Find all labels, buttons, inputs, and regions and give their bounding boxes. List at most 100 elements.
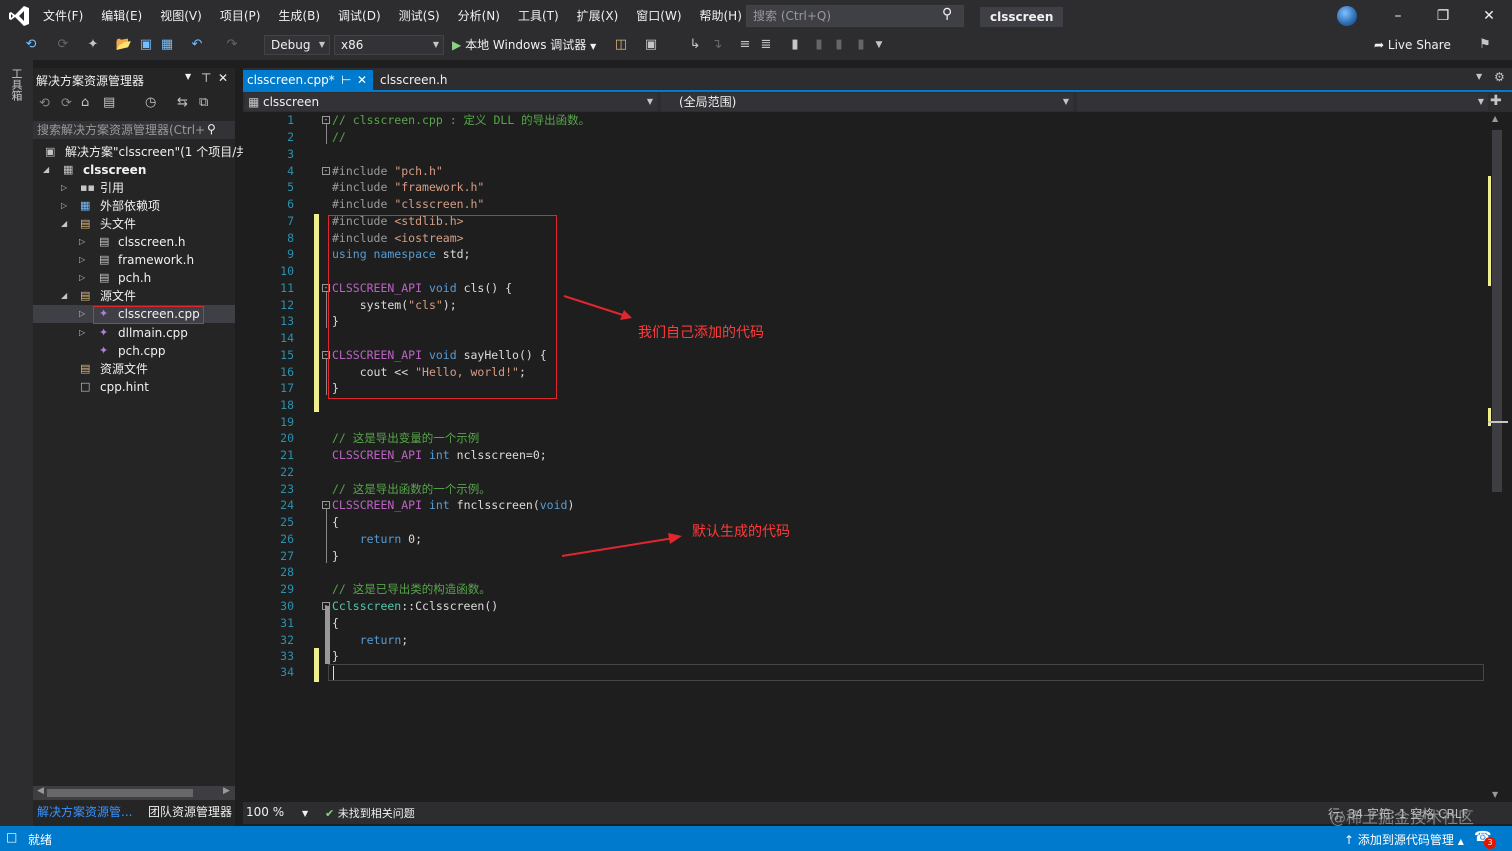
- redo-icon[interactable]: ↷: [223, 36, 241, 54]
- zoom-select[interactable]: 100 % ▼: [246, 805, 308, 819]
- expanded-arrow-icon[interactable]: ◢: [43, 161, 49, 179]
- fold-icon[interactable]: -: [322, 167, 330, 175]
- expanded-arrow-icon[interactable]: ◢: [61, 215, 67, 233]
- avatar[interactable]: [1337, 6, 1357, 26]
- search-input[interactable]: 搜索 (Ctrl+Q): [746, 5, 964, 27]
- clear-bookmarks-icon[interactable]: ▮: [852, 36, 870, 54]
- tree-item-solution[interactable]: ▣ 解决方案"clsscreen"(1 个项目/共: [33, 143, 248, 161]
- bookmark-icon[interactable]: ▮: [786, 36, 804, 54]
- outdent-icon[interactable]: ≡: [736, 36, 754, 54]
- screenshot-icon[interactable]: ▣: [642, 36, 660, 54]
- scope-nav-select[interactable]: (全局范围) ▼: [661, 93, 1073, 111]
- prev-bookmark-icon[interactable]: ▮: [810, 36, 828, 54]
- collapsed-arrow-icon[interactable]: ▷: [79, 269, 85, 287]
- tree-item-pch-h[interactable]: ▷ ▤ pch.h: [33, 269, 235, 287]
- live-share-button[interactable]: ➦ Live Share: [1374, 36, 1451, 54]
- output-icon[interactable]: □: [6, 830, 17, 844]
- tree-item-cpp-hint[interactable]: □ cpp.hint: [33, 378, 235, 396]
- collapsed-arrow-icon[interactable]: ▷: [61, 197, 67, 215]
- browser-icon[interactable]: ◫: [612, 36, 630, 54]
- vs-logo-icon[interactable]: [8, 5, 30, 27]
- solution-search-input[interactable]: 搜索解决方案资源管理器(Ctrl+: [33, 121, 235, 139]
- tree-item-project[interactable]: ◢ ▦ clsscreen: [33, 161, 235, 179]
- gear-icon[interactable]: ⚙: [1494, 70, 1505, 84]
- scroll-right-icon[interactable]: ▶: [223, 786, 230, 796]
- forward-icon[interactable]: ⟳: [54, 36, 72, 54]
- scroll-up-icon[interactable]: ▲: [1492, 114, 1498, 123]
- menu-debug[interactable]: 调试(D): [329, 0, 390, 32]
- tree-item-references[interactable]: ▷ ▪▪ 引用: [33, 179, 235, 197]
- forward-icon[interactable]: ⟳: [61, 96, 72, 111]
- fold-icon[interactable]: -: [322, 602, 330, 610]
- fold-icon[interactable]: -: [322, 501, 330, 509]
- tree-item-dllmain-cpp[interactable]: ▷ ✦ dllmain.cpp: [33, 324, 235, 342]
- tree-item-framework-h[interactable]: ▷ ▤ framework.h: [33, 251, 235, 269]
- menu-window[interactable]: 窗口(W): [627, 0, 690, 32]
- tab-team-explorer[interactable]: 团队资源管理器: [148, 802, 232, 822]
- issues-indicator[interactable]: ✔ 未找到相关问题: [325, 805, 415, 821]
- chevron-down-icon[interactable]: ▼: [185, 72, 191, 81]
- add-to-source-control-button[interactable]: ↑ 添加到源代码管理 ▲: [1344, 831, 1464, 848]
- toolbar-overflow-icon[interactable]: ▼: [870, 36, 888, 54]
- config-select[interactable]: Debug ▼: [264, 35, 330, 55]
- collapsed-arrow-icon[interactable]: ▷: [61, 179, 67, 197]
- tree-item-clsscreen-h[interactable]: ▷ ▤ clsscreen.h: [33, 233, 235, 251]
- minimize-icon[interactable]: –: [1388, 6, 1408, 26]
- collapsed-arrow-icon[interactable]: ▷: [79, 324, 85, 342]
- platform-select[interactable]: x86 ▼: [334, 35, 444, 55]
- back-icon[interactable]: ⟲: [22, 36, 40, 54]
- close-panel-icon[interactable]: ✕: [218, 71, 228, 85]
- tab-clsscreen-h[interactable]: clsscreen.h: [376, 70, 448, 90]
- tab-clsscreen-cpp[interactable]: clsscreen.cpp* ⊢ ✕: [243, 70, 373, 90]
- menu-project[interactable]: 项目(P): [211, 0, 270, 32]
- switch-views-icon[interactable]: ▤: [103, 95, 115, 110]
- menu-build[interactable]: 生成(B): [269, 0, 329, 32]
- start-debugger-button[interactable]: ▶ 本地 Windows 调试器 ▼: [452, 35, 596, 55]
- sync-icon[interactable]: ⇆: [177, 95, 188, 110]
- save-icon[interactable]: ▣: [137, 36, 155, 54]
- toolbox-tab[interactable]: 工具箱: [8, 68, 24, 101]
- undo-icon[interactable]: ↶: [188, 36, 206, 54]
- save-all-icon[interactable]: ▦: [158, 36, 176, 54]
- scroll-down-icon[interactable]: ▼: [1492, 790, 1498, 799]
- menu-extensions[interactable]: 扩展(X): [568, 0, 628, 32]
- member-nav-select[interactable]: ▼: [1077, 93, 1488, 111]
- tree-item-header-files[interactable]: ◢ ▤ 头文件: [33, 215, 235, 233]
- collapse-all-icon[interactable]: ⧉: [199, 95, 208, 110]
- restore-icon[interactable]: ❐: [1433, 6, 1453, 26]
- open-folder-icon[interactable]: 📂: [115, 36, 133, 54]
- scrollbar-thumb[interactable]: [47, 789, 193, 797]
- back-icon[interactable]: ⟲: [39, 96, 50, 111]
- pin-icon[interactable]: ⊢: [341, 70, 351, 90]
- collapsed-arrow-icon[interactable]: ▷: [79, 251, 85, 269]
- feedback-icon[interactable]: ⚑: [1476, 36, 1494, 54]
- menu-test[interactable]: 测试(S): [390, 0, 449, 32]
- next-bookmark-icon[interactable]: ▮: [830, 36, 848, 54]
- tab-list-icon[interactable]: ▼: [1476, 72, 1482, 81]
- step-icon[interactable]: ↳: [686, 36, 704, 54]
- collapsed-arrow-icon[interactable]: ▷: [79, 233, 85, 251]
- tree-item-resource-files[interactable]: ▤ 资源文件: [33, 360, 235, 378]
- step-over-icon[interactable]: ↴: [708, 36, 726, 54]
- pending-changes-icon[interactable]: ◷: [145, 95, 156, 110]
- close-icon[interactable]: ✕: [1479, 6, 1499, 26]
- tab-solution-explorer[interactable]: 解决方案资源管...: [37, 802, 132, 822]
- tree-item-source-files[interactable]: ◢ ▤ 源文件: [33, 287, 235, 305]
- tree-item-pch-cpp[interactable]: ✦ pch.cpp: [33, 342, 235, 360]
- scrollbar-thumb[interactable]: [1492, 130, 1502, 492]
- project-nav-select[interactable]: ▦ clsscreen ▼: [245, 93, 657, 111]
- menu-tools[interactable]: 工具(T): [509, 0, 568, 32]
- collapsed-arrow-icon[interactable]: ▷: [79, 305, 85, 323]
- home-icon[interactable]: ⌂: [81, 95, 89, 110]
- menu-file[interactable]: 文件(F): [34, 0, 92, 32]
- menu-view[interactable]: 视图(V): [151, 0, 211, 32]
- search-icon[interactable]: ⚲: [942, 6, 952, 22]
- new-project-icon[interactable]: ✦: [84, 36, 102, 54]
- menu-edit[interactable]: 编辑(E): [92, 0, 151, 32]
- close-tab-icon[interactable]: ✕: [357, 70, 367, 90]
- indent-icon[interactable]: ≣: [757, 36, 775, 54]
- search-icon[interactable]: ⚲: [207, 122, 216, 136]
- split-editor-icon[interactable]: ✚: [1490, 93, 1502, 109]
- menu-help[interactable]: 帮助(H): [691, 0, 751, 32]
- expanded-arrow-icon[interactable]: ◢: [61, 287, 67, 305]
